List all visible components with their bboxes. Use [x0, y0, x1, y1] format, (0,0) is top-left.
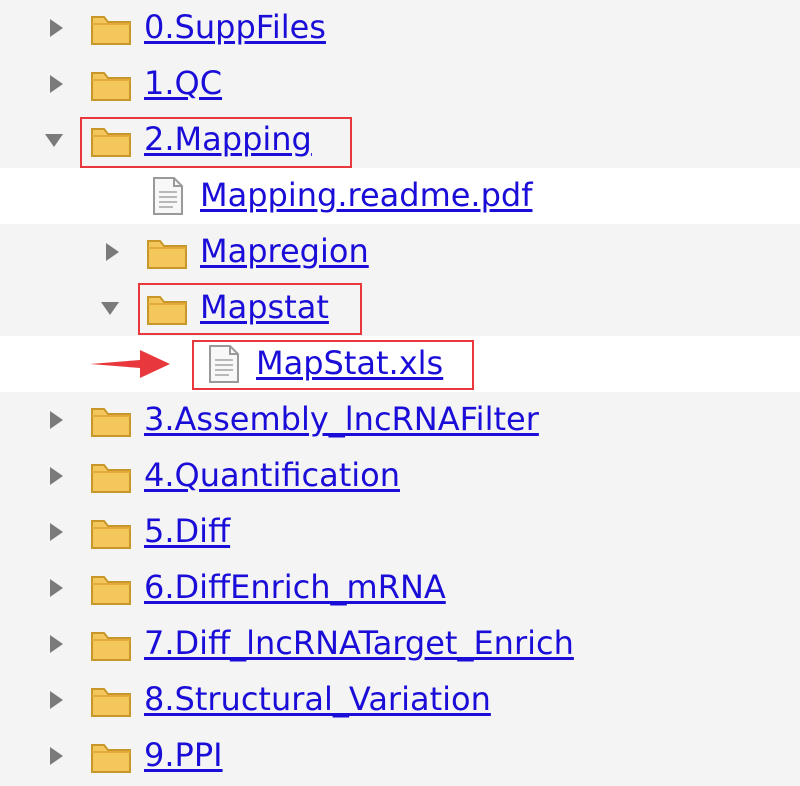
expand-arrow-icon[interactable]	[44, 744, 68, 768]
expand-arrow-icon[interactable]	[44, 72, 68, 96]
collapse-arrow-icon[interactable]	[42, 128, 66, 152]
tree-row-quantification[interactable]: 4.Quantification	[0, 448, 800, 504]
expand-arrow-icon[interactable]	[44, 632, 68, 656]
folder-icon	[146, 232, 188, 272]
folder-link[interactable]: 2.Mapping	[144, 119, 312, 159]
expand-arrow-icon[interactable]	[44, 688, 68, 712]
tree-row-qc[interactable]: 1.QC	[0, 56, 800, 112]
folder-link[interactable]: Mapstat	[200, 287, 329, 327]
tree-row-diffenrich[interactable]: 6.DiffEnrich_mRNA	[0, 560, 800, 616]
tree-row-diff[interactable]: 5.Diff	[0, 504, 800, 560]
collapse-arrow-icon[interactable]	[98, 296, 122, 320]
expand-arrow-icon[interactable]	[100, 240, 124, 264]
expand-arrow-icon[interactable]	[44, 520, 68, 544]
folder-link[interactable]: 4.Quantification	[144, 455, 400, 495]
folder-link[interactable]: 3.Assembly_lncRNAFilter	[144, 399, 539, 439]
red-arrow-icon	[88, 345, 172, 383]
tree-row-mapping[interactable]: 2.Mapping	[0, 112, 800, 168]
folder-link[interactable]: 8.Structural_Variation	[144, 679, 491, 719]
folder-icon	[90, 512, 132, 552]
folder-link[interactable]: 6.DiffEnrich_mRNA	[144, 567, 446, 607]
tree-row-assembly[interactable]: 3.Assembly_lncRNAFilter	[0, 392, 800, 448]
folder-link[interactable]: 0.SuppFiles	[144, 7, 326, 47]
file-link[interactable]: MapStat.xls	[256, 343, 443, 383]
folder-link[interactable]: 1.QC	[144, 63, 222, 103]
tree-row-mapstat[interactable]: Mapstat	[0, 280, 800, 336]
folder-icon	[90, 568, 132, 608]
file-tree: 0.SuppFiles 1.QC 2.Mapping Mapping.readm…	[0, 0, 800, 786]
tree-row-mapregion[interactable]: Mapregion	[0, 224, 800, 280]
file-icon	[202, 344, 244, 384]
folder-icon	[90, 8, 132, 48]
tree-row-mapping-readme[interactable]: Mapping.readme.pdf	[0, 168, 800, 224]
tree-row-structural-variation[interactable]: 8.Structural_Variation	[0, 672, 800, 728]
folder-icon	[90, 624, 132, 664]
folder-icon	[146, 288, 188, 328]
tree-row-suppfiles[interactable]: 0.SuppFiles	[0, 0, 800, 56]
folder-icon	[90, 64, 132, 104]
folder-icon	[90, 400, 132, 440]
folder-link[interactable]: 9.PPI	[144, 735, 223, 775]
file-link[interactable]: Mapping.readme.pdf	[200, 175, 532, 215]
expand-arrow-icon[interactable]	[44, 576, 68, 600]
expand-arrow-icon[interactable]	[44, 464, 68, 488]
folder-link[interactable]: 5.Diff	[144, 511, 230, 551]
folder-icon	[90, 736, 132, 776]
folder-link[interactable]: Mapregion	[200, 231, 369, 271]
tree-row-lncrnatarget[interactable]: 7.Diff_lncRNATarget_Enrich	[0, 616, 800, 672]
folder-icon	[90, 680, 132, 720]
expand-arrow-icon[interactable]	[44, 408, 68, 432]
folder-link[interactable]: 7.Diff_lncRNATarget_Enrich	[144, 623, 574, 663]
folder-icon	[90, 120, 132, 160]
folder-icon	[90, 456, 132, 496]
file-icon	[146, 176, 188, 216]
tree-row-ppi[interactable]: 9.PPI	[0, 728, 800, 784]
expand-arrow-icon[interactable]	[44, 16, 68, 40]
